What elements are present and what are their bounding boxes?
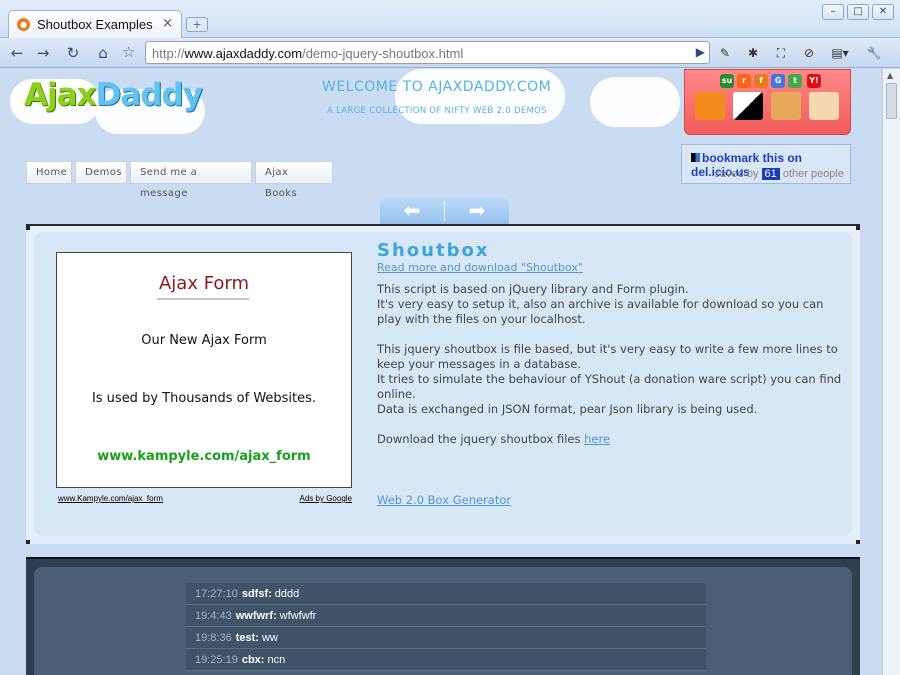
download-paragraph: Download the jquery shoutbox files here [377,432,611,446]
ad-line: Our New Ajax Form [141,333,267,348]
demo-panel-inner: Ajax Form Our New Ajax Form Is used by T… [34,232,852,536]
ajaxdaddy-logo[interactable]: AjaxDaddy [24,77,203,113]
close-tab-icon[interactable]: × [162,16,173,31]
welcome-heading: WELCOME TO AJAXDADDY.COM [322,79,552,95]
description-paragraph: It's very easy to setup it, also an arch… [377,297,824,326]
bookmark-star-icon[interactable]: ☆ [122,43,135,61]
rss-icon[interactable] [695,92,725,120]
tab-title: Shoutbox Examples [37,17,153,32]
address-bar[interactable]: ☆ http://www.ajaxdaddy.com/demo-jquery-s… [122,41,710,64]
web20-box-generator-link[interactable]: Web 2.0 Box Generator [377,493,842,507]
download-here-link[interactable]: here [584,432,610,446]
close-window-button[interactable]: ✕ [872,4,894,20]
extension-gear-icon[interactable]: ✱ [744,44,762,62]
minimize-button[interactable]: – [822,4,844,20]
window-controls: – □ ✕ [822,4,894,20]
shout-list: 17:27:10 sdfsf: dddd 19:4:43 wwfwrf: wfwfwfr… [186,583,706,671]
ad-line: Is used by Thousands of Websites. [91,391,317,406]
page-title: Shoutbox [377,240,490,261]
corner-decoration [26,226,30,230]
main-nav: Home Demos Send me a message Ajax Books [26,161,336,199]
stumbleupon-icon[interactable]: su [720,74,734,88]
delicious-saved-count: saved by 61 other people [714,168,844,180]
avatar-icon[interactable] [809,92,839,120]
forward-icon[interactable]: → [32,42,54,64]
maximize-button[interactable]: □ [847,4,869,20]
corner-decoration [856,540,860,544]
demo-description: Shoutbox Read more and download "Shoutbo… [377,240,842,507]
shoutbox-inner: 17:27:10 sdfsf: dddd 19:4:43 wwfwrf: wfwfwfr… [34,567,852,675]
ad-title-underline [157,298,249,300]
shout-row: 19:25:19 cbx: ncn [186,649,706,671]
scroll-thumb[interactable] [886,83,897,119]
favicon-icon: ● [17,18,30,31]
social-bookmarks-panel: su r f G t Y! [684,69,851,135]
shoutbox-panel: 17:27:10 sdfsf: dddd 19:4:43 wwfwrf: wfwfwfr… [26,557,860,675]
fullscreen-icon[interactable]: ⛶ [772,44,790,62]
digg-icon[interactable] [771,92,801,120]
description-paragraph: This jquery shoutbox is file based, but … [377,342,838,371]
browser-tab[interactable]: ● Shoutbox Examples × [8,10,182,38]
welcome-subheading: A LARGE COLLECTION OF NIFTY WEB 2.0 DEMO… [327,106,547,116]
description-paragraph: Data is exchanged in JSON format, pear J… [377,402,758,416]
shout-row: 19:4:43 wwfwrf: wfwfwfr [186,605,706,627]
ad-title: Ajax Form [158,273,250,294]
page-menu-icon[interactable]: ▤▾ [828,44,852,62]
wrench-menu-icon[interactable]: 🔧 [862,44,886,62]
previous-demo-arrow-icon[interactable]: ⬅ [380,198,444,224]
shout-row: 17:27:10 sdfsf: dddd [186,583,706,605]
ads-by-google-link[interactable]: Ads by Google [300,494,352,503]
corner-decoration [26,540,30,544]
description-paragraph: This script is based on jQuery library a… [377,282,689,296]
home-icon[interactable]: ⌂ [92,42,114,64]
read-more-link[interactable]: Read more and download "Shoutbox" [377,261,842,274]
delicious-icon[interactable] [733,92,763,120]
yahoo-icon[interactable]: Y! [807,74,821,88]
nav-home[interactable]: Home [26,161,72,184]
description-paragraph: It tries to simulate the behaviour of YS… [377,372,842,401]
technorati-icon[interactable]: t [788,74,802,88]
extension-icon[interactable]: ✎ [716,44,734,62]
reddit-icon[interactable]: r [737,74,751,88]
ad-footer-link[interactable]: www.Kampyle.com/ajax_form [58,494,163,503]
ad-banner[interactable]: Ajax Form Our New Ajax Form Is used by T… [56,252,352,488]
corner-decoration [856,226,860,230]
browser-titlebar: ● Shoutbox Examples × + – □ ✕ [0,0,900,38]
demo-navigation: ⬅ ➡ [380,198,509,224]
vertical-scrollbar[interactable]: ▲ [882,69,900,675]
demo-panel: Ajax Form Our New Ajax Form Is used by T… [26,224,860,544]
page-viewport: AjaxDaddy WELCOME TO AJAXDADDY.COM A LAR… [0,69,882,675]
shout-row: 19:8:36 test: ww [186,627,706,649]
nav-ajax-books[interactable]: Ajax Books [255,161,333,199]
delicious-small-icon [691,153,700,162]
google-icon[interactable]: G [771,74,785,88]
go-icon[interactable]: ▶ [696,45,705,59]
scroll-up-icon[interactable]: ▲ [887,71,893,80]
furl-icon[interactable]: f [754,74,768,88]
adblock-icon[interactable]: ⊘ [800,44,818,62]
back-icon[interactable]: ← [6,42,28,64]
delicious-badge: bookmark this on del.icio.us saved by 61… [681,144,851,184]
nav-send-message[interactable]: Send me a message [130,161,252,199]
next-demo-arrow-icon[interactable]: ➡ [445,198,509,224]
browser-toolbar: ← → ↻ ⌂ ☆ http://www.ajaxdaddy.com/demo-… [0,38,900,68]
ad-link[interactable]: www.kampyle.com/ajax_form [57,449,351,464]
nav-demos[interactable]: Demos [75,161,127,184]
url-text: http://www.ajaxdaddy.com/demo-jquery-sho… [152,46,464,61]
new-tab-button[interactable]: + [186,17,208,32]
cloud-decoration [590,77,680,127]
reload-icon[interactable]: ↻ [62,42,84,64]
